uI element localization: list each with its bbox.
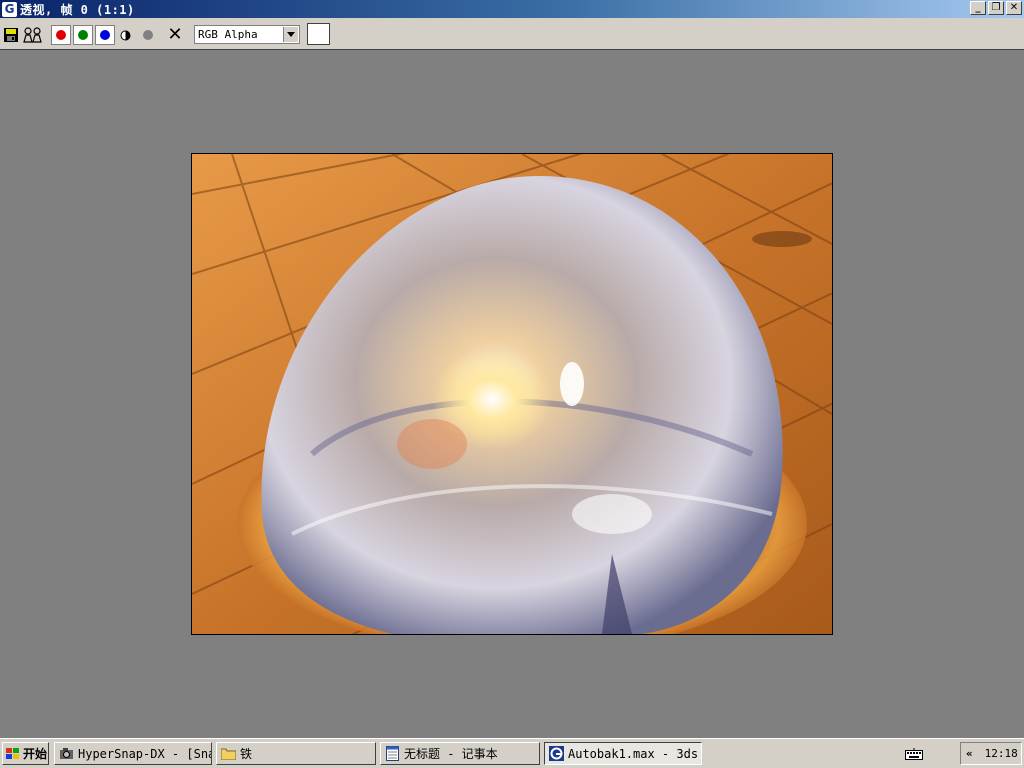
frame-buffer-toolbar: ✕ RGB Alpha — [0, 18, 1024, 50]
window-controls: _ ❐ ✕ — [970, 1, 1022, 15]
channel-display-value: RGB Alpha — [198, 28, 258, 41]
taskbar-item-notepad[interactable]: 无标题 - 记事本 — [380, 742, 540, 765]
close-button[interactable]: ✕ — [1006, 1, 1022, 15]
channel-display-select[interactable]: RGB Alpha — [194, 25, 300, 44]
title-bar: G 透视, 帧 0 (1:1) _ ❐ ✕ — [0, 0, 1024, 18]
render-image — [192, 154, 832, 634]
hypersnap-icon — [59, 746, 74, 761]
task-label: HyperSnap-DX - [Snap9] — [78, 746, 211, 761]
chevron-down-icon[interactable] — [283, 27, 298, 42]
task-label: 铁 — [240, 747, 253, 761]
save-icon[interactable] — [3, 27, 19, 43]
red-channel-icon — [56, 30, 66, 40]
keyboard-icon[interactable] — [904, 745, 924, 763]
minimize-button[interactable]: _ — [970, 1, 986, 15]
red-channel-button[interactable] — [51, 25, 71, 45]
clone-icon[interactable] — [23, 26, 43, 44]
rendered-image — [191, 153, 833, 635]
tray-chevron-icon[interactable]: « — [966, 747, 973, 760]
clear-icon[interactable]: ✕ — [166, 26, 184, 44]
window-title: 透视, 帧 0 (1:1) — [20, 2, 135, 17]
start-button[interactable]: 开始 — [2, 742, 49, 765]
folder-icon — [221, 746, 236, 761]
notepad-icon — [385, 746, 400, 761]
taskbar: 开始 HyperSnap-DX - [Snap9] 铁 无标题 - 记事本 Au… — [0, 738, 1024, 768]
taskbar-item-3dsmax[interactable]: Autobak1.max - 3ds ... — [544, 742, 702, 765]
green-channel-button[interactable] — [73, 25, 93, 45]
3dsmax-app-icon[interactable]: G — [2, 1, 17, 17]
mono-icon[interactable] — [119, 29, 131, 41]
color-swatch[interactable] — [307, 23, 330, 45]
blue-channel-button[interactable] — [95, 25, 115, 45]
taskbar-item-folder[interactable]: 铁 — [216, 742, 376, 765]
system-tray: « 12:18 — [960, 742, 1022, 765]
clock[interactable]: 12:18 — [985, 747, 1018, 760]
start-label: 开始 — [23, 747, 48, 761]
3dsmax-icon — [549, 746, 564, 761]
windows-logo-icon — [6, 747, 19, 759]
task-label: Autobak1.max - 3ds ... — [568, 746, 701, 761]
blue-channel-icon — [100, 30, 110, 40]
taskbar-item-hypersnap[interactable]: HyperSnap-DX - [Snap9] — [54, 742, 212, 765]
task-label: 无标题 - 记事本 — [404, 747, 498, 761]
restore-button[interactable]: ❐ — [988, 1, 1004, 15]
alpha-icon[interactable] — [142, 29, 154, 41]
green-channel-icon — [78, 30, 88, 40]
